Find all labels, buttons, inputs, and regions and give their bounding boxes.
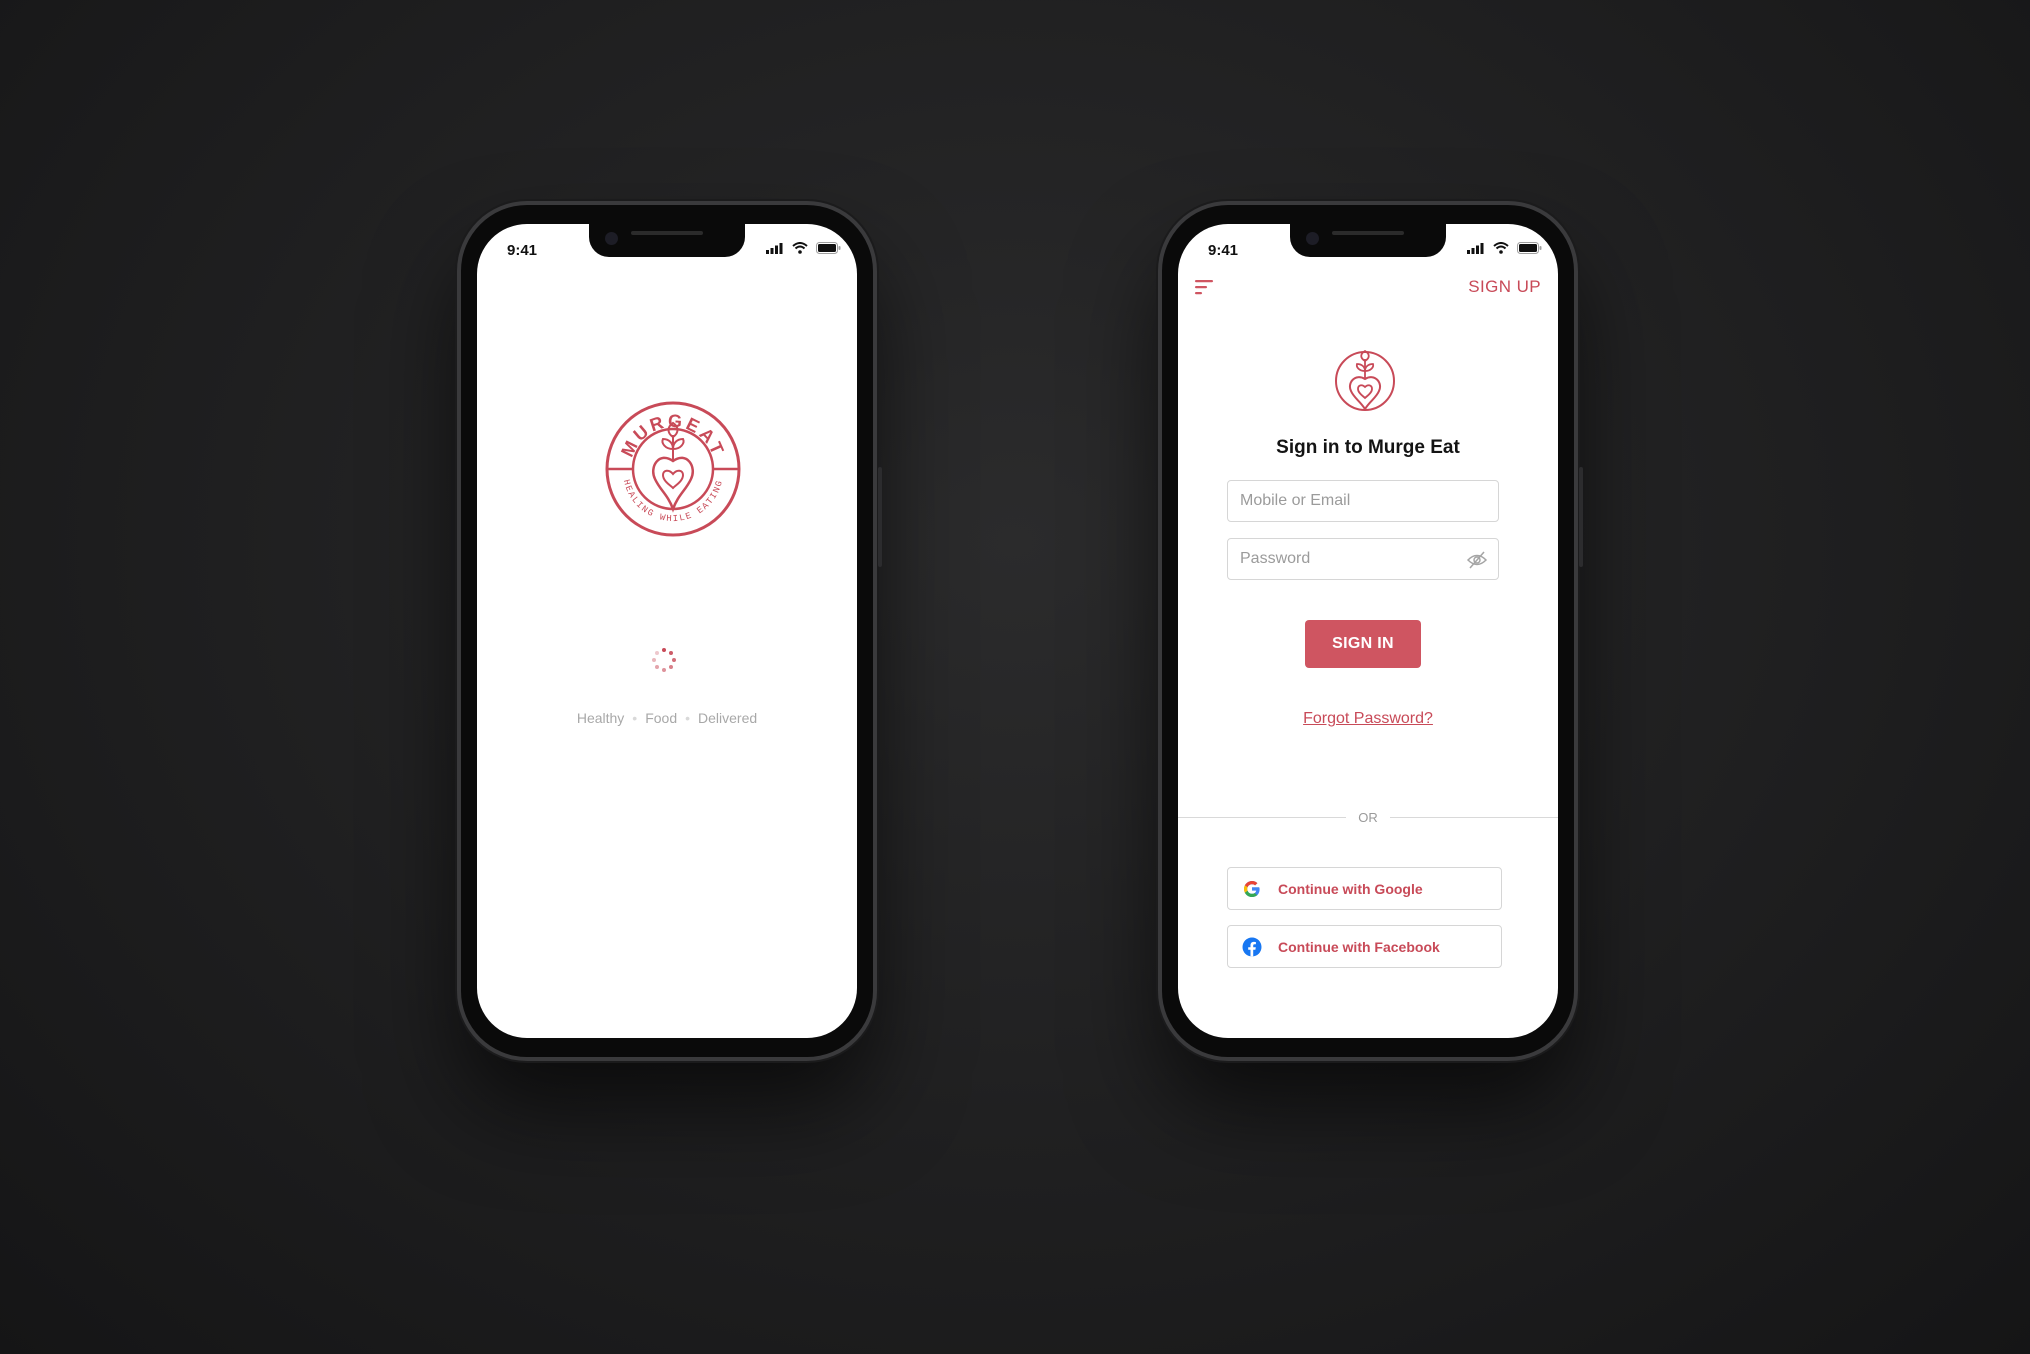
tagline-separator: • bbox=[632, 710, 638, 726]
signal-icon bbox=[766, 241, 783, 259]
password-field[interactable] bbox=[1227, 538, 1499, 580]
wifi-icon bbox=[1492, 241, 1509, 259]
side-button bbox=[878, 467, 882, 567]
wifi-icon bbox=[791, 241, 808, 259]
battery-icon bbox=[1517, 241, 1542, 259]
status-icons bbox=[762, 241, 841, 259]
menu-icon[interactable] bbox=[1193, 276, 1215, 298]
signin-screen: 9:41 SIGN UP Sign in to Murge Eat Mobile… bbox=[1178, 224, 1558, 1038]
loading-spinner-icon bbox=[651, 647, 677, 673]
signal-icon bbox=[1467, 241, 1484, 259]
tagline-food: Food bbox=[645, 710, 678, 726]
page-title: Sign in to Murge Eat bbox=[1276, 437, 1460, 458]
continue-with-facebook-button[interactable]: Continue with Facebook bbox=[1227, 925, 1502, 968]
battery-icon bbox=[816, 241, 841, 259]
signin-button[interactable]: SIGN IN bbox=[1305, 620, 1421, 668]
divider-line bbox=[1390, 817, 1558, 818]
tagline-healthy: Healthy bbox=[576, 710, 625, 726]
phone-signin: 9:41 SIGN UP Sign in to Murge Eat Mobile… bbox=[1162, 205, 1583, 1057]
google-icon bbox=[1242, 879, 1262, 899]
google-button-label: Continue with Google bbox=[1278, 881, 1423, 897]
beet-heart-logo bbox=[1333, 349, 1397, 413]
signup-link[interactable]: SIGN UP bbox=[1468, 277, 1541, 297]
side-button bbox=[1579, 467, 1583, 567]
or-divider: OR bbox=[1178, 810, 1558, 825]
tagline-separator: • bbox=[685, 710, 691, 726]
speaker bbox=[631, 231, 703, 235]
email-input[interactable] bbox=[1228, 481, 1498, 521]
speaker bbox=[1332, 231, 1404, 235]
splash-screen: 9:41 MURGEAT HEALING WHILE EATING Health… bbox=[477, 224, 857, 1038]
status-time: 9:41 bbox=[507, 242, 538, 259]
facebook-button-label: Continue with Facebook bbox=[1278, 939, 1440, 955]
tagline: Healthy • Food • Delivered bbox=[477, 710, 857, 726]
email-field[interactable] bbox=[1227, 480, 1499, 522]
status-time: 9:41 bbox=[1208, 242, 1239, 259]
notch bbox=[1290, 224, 1446, 257]
front-camera bbox=[1306, 232, 1319, 245]
password-input[interactable] bbox=[1228, 539, 1498, 579]
notch bbox=[589, 224, 745, 257]
eye-off-icon[interactable] bbox=[1466, 550, 1488, 570]
continue-with-google-button[interactable]: Continue with Google bbox=[1227, 867, 1502, 910]
phone-splash: 9:41 MURGEAT HEALING WHILE EATING Health… bbox=[461, 205, 882, 1057]
tagline-delivered: Delivered bbox=[698, 710, 758, 726]
front-camera bbox=[605, 232, 618, 245]
status-icons bbox=[1463, 241, 1542, 259]
facebook-icon bbox=[1242, 937, 1262, 957]
murgeat-logo: MURGEAT HEALING WHILE EATING bbox=[603, 399, 743, 539]
forgot-password-link[interactable]: Forgot Password? bbox=[1178, 710, 1558, 728]
